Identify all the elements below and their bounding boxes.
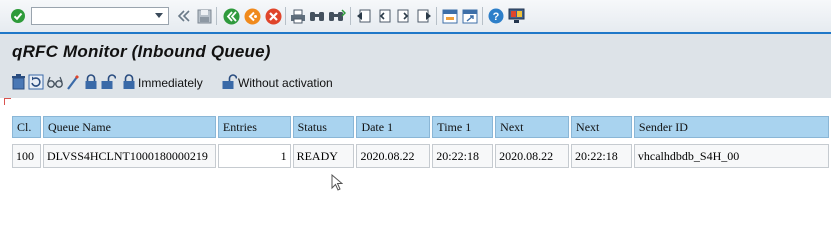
ok-check-icon[interactable] bbox=[9, 7, 27, 25]
find-icon[interactable] bbox=[309, 7, 325, 25]
save-icon[interactable] bbox=[196, 7, 212, 25]
glasses-icon[interactable] bbox=[46, 74, 64, 93]
cell-queue-name[interactable]: DLVSS4HCLNT1000180000219 bbox=[42, 144, 216, 168]
exit-icon[interactable] bbox=[243, 7, 261, 25]
column-header-date-1[interactable]: Date 1 bbox=[356, 116, 431, 138]
refresh-icon[interactable] bbox=[28, 74, 44, 93]
shortcut-icon[interactable] bbox=[461, 7, 478, 25]
without-activation-label: Without activation bbox=[238, 76, 333, 90]
unlock-icon bbox=[221, 74, 238, 93]
mouse-pointer-icon bbox=[331, 173, 344, 195]
grid-corner-marker bbox=[4, 98, 11, 105]
toolbar-separator bbox=[350, 7, 351, 25]
column-header-client[interactable]: Cl. bbox=[12, 116, 41, 138]
toolbar-separator bbox=[216, 7, 217, 25]
toolbar-separator bbox=[482, 7, 483, 25]
find-next-icon[interactable] bbox=[328, 7, 346, 25]
table-header-row: Cl. Queue Name Entries Status Date 1 Tim… bbox=[12, 116, 829, 138]
dropdown-arrow-icon[interactable] bbox=[152, 7, 166, 25]
previous-page-icon[interactable] bbox=[375, 7, 392, 25]
page-title: qRFC Monitor (Inbound Queue) bbox=[12, 42, 271, 61]
system-toolbar: ? bbox=[0, 0, 831, 34]
column-header-status[interactable]: Status bbox=[292, 116, 355, 138]
print-icon[interactable] bbox=[290, 7, 306, 25]
unlock-icon[interactable] bbox=[100, 74, 117, 93]
wand-icon[interactable] bbox=[66, 74, 80, 93]
first-page-icon[interactable] bbox=[355, 7, 372, 25]
cell-status[interactable]: READY bbox=[292, 144, 355, 168]
column-header-sender-id[interactable]: Sender ID bbox=[633, 116, 829, 138]
column-header-time-1[interactable]: Time 1 bbox=[432, 116, 494, 138]
cell-client[interactable]: 100 bbox=[12, 144, 41, 168]
cell-sender-id[interactable]: vhcalhdbdb_S4H_00 bbox=[633, 144, 829, 168]
queue-table: Cl. Queue Name Entries Status Date 1 Tim… bbox=[10, 116, 831, 168]
help-icon[interactable]: ? bbox=[487, 7, 504, 25]
customize-layout-icon[interactable] bbox=[507, 7, 525, 25]
history-back-icon[interactable] bbox=[176, 7, 192, 25]
next-page-icon[interactable] bbox=[395, 7, 412, 25]
table-row[interactable]: 100 DLVSS4HCLNT1000180000219 1 READY 202… bbox=[12, 144, 829, 168]
column-header-entries[interactable]: Entries bbox=[217, 116, 291, 138]
delete-icon[interactable] bbox=[11, 74, 26, 93]
cell-next-date[interactable]: 2020.08.22 bbox=[495, 144, 570, 168]
title-bar: qRFC Monitor (Inbound Queue) bbox=[0, 34, 831, 68]
svg-text:?: ? bbox=[492, 11, 499, 23]
cell-date-1[interactable]: 2020.08.22 bbox=[356, 144, 431, 168]
last-page-icon[interactable] bbox=[415, 7, 432, 25]
column-header-next-date[interactable]: Next bbox=[495, 116, 570, 138]
lock-icon[interactable] bbox=[84, 74, 98, 93]
column-header-next-time[interactable]: Next bbox=[571, 116, 632, 138]
command-input[interactable] bbox=[34, 9, 156, 25]
create-session-icon[interactable] bbox=[441, 7, 458, 25]
toolbar-separator bbox=[436, 7, 437, 25]
command-field[interactable] bbox=[31, 7, 169, 25]
cell-next-time[interactable]: 20:22:18 bbox=[571, 144, 632, 168]
application-toolbar: Immediately Without activation bbox=[0, 68, 831, 98]
cell-entries[interactable]: 1 bbox=[217, 144, 291, 168]
toolbar-separator bbox=[285, 7, 286, 25]
back-icon[interactable] bbox=[222, 7, 240, 25]
lock-icon bbox=[122, 74, 136, 93]
column-header-queue-name[interactable]: Queue Name bbox=[42, 116, 216, 138]
cancel-icon[interactable] bbox=[264, 7, 282, 25]
cell-time-1[interactable]: 20:22:18 bbox=[432, 144, 494, 168]
immediately-label: Immediately bbox=[138, 76, 203, 90]
